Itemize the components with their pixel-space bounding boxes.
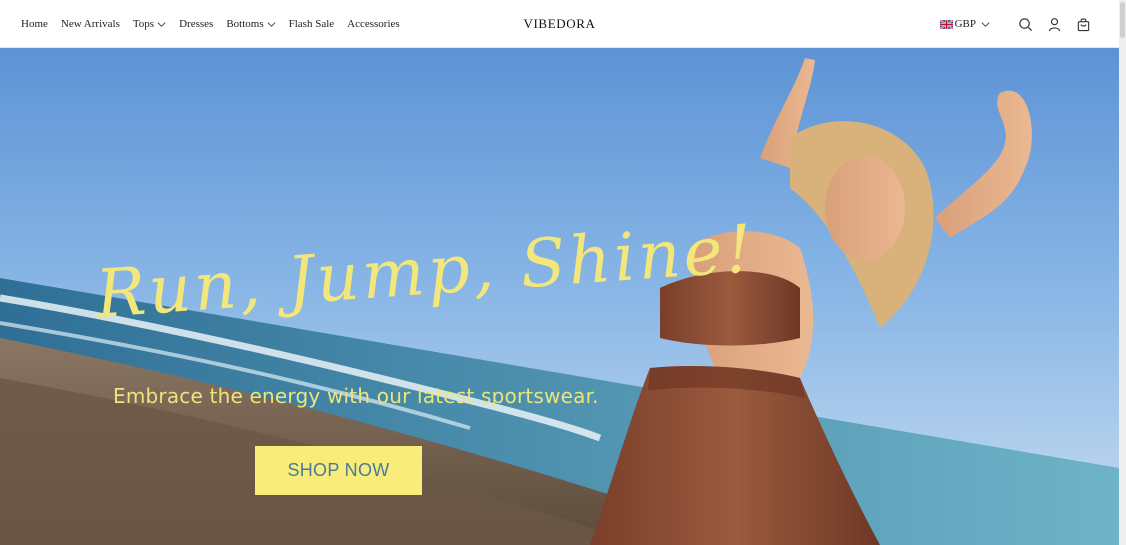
scrollbar-thumb[interactable] — [1120, 2, 1125, 38]
chevron-down-icon — [981, 21, 990, 27]
currency-selector[interactable]: GBP — [939, 18, 990, 30]
account-icon[interactable] — [1047, 17, 1062, 32]
cart-icon[interactable] — [1076, 17, 1091, 32]
hero-banner: Run, Jump, Shine! Embrace the energy wit… — [0, 48, 1119, 545]
uk-flag-icon — [939, 19, 953, 29]
page-scrollbar[interactable] — [1119, 0, 1126, 545]
hero-subheadline: Embrace the energy with our latest sport… — [113, 384, 599, 408]
search-icon[interactable] — [1018, 17, 1033, 32]
header-tools: GBP — [939, 0, 1091, 48]
site-header: Home New Arrivals Tops Dresses Bottoms F… — [0, 0, 1119, 48]
shop-now-button[interactable]: SHOP NOW — [255, 446, 422, 495]
currency-code: GBP — [954, 18, 976, 30]
